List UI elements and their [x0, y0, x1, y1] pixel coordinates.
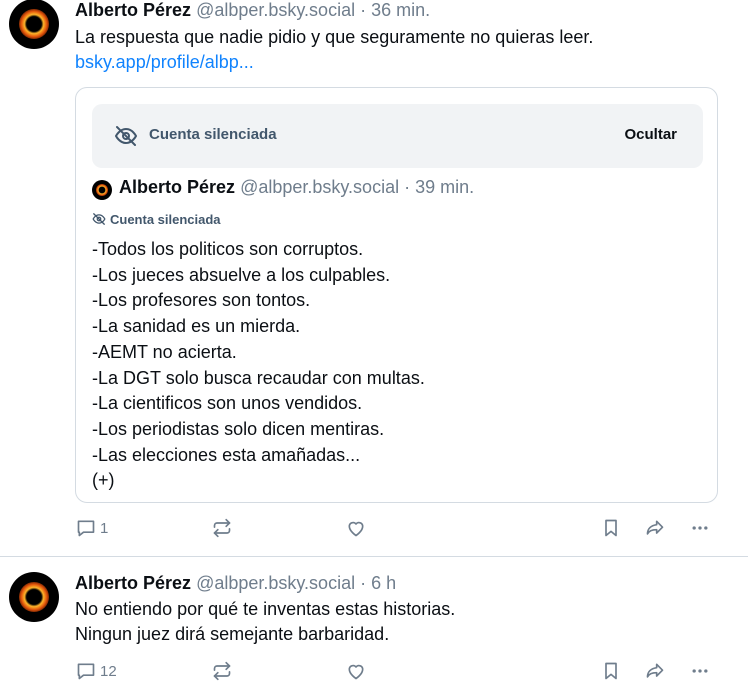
- share-button[interactable]: [644, 516, 666, 540]
- quote-author-name[interactable]: Alberto Pérez: [119, 177, 235, 197]
- quote-author-handle[interactable]: @albper.bsky.social: [240, 177, 399, 197]
- post-actions: 12: [0, 659, 748, 683]
- quote-line: -Los profesores son tontos.: [92, 290, 311, 311]
- avatar[interactable]: [9, 0, 59, 49]
- quote-header: Alberto Pérez @albper.bsky.social · 39 m…: [119, 177, 474, 198]
- bookmark-icon: [605, 662, 617, 680]
- post-text-line: Ningun juez dirá semejante barbaridad.: [75, 624, 390, 644]
- quote-line: -Los periodistas solo dicen mentiras.: [92, 418, 385, 439]
- author-handle[interactable]: @albper.bsky.social: [196, 0, 355, 20]
- post-text-line: La respuesta que nadie pidio y que segur…: [75, 27, 594, 47]
- quote-line: -La sanidad es un mierda.: [92, 316, 301, 337]
- profile-link[interactable]: bsky.app/profile/albp...: [75, 50, 593, 75]
- author-name[interactable]: Alberto Pérez: [75, 573, 191, 593]
- muted-badge-label: Cuenta silenciada: [110, 212, 221, 227]
- bookmark-button[interactable]: [601, 659, 621, 683]
- quote-line: -Las elecciones esta amañadas...: [92, 444, 361, 465]
- separator-dot: ·: [404, 177, 411, 197]
- quote-time[interactable]: 39 min.: [415, 177, 474, 197]
- reply-icon: [77, 520, 95, 537]
- quote-line: -La cientificos son unos vendidos.: [92, 393, 363, 414]
- quote-text: -Todos los politicos son corruptos. -Los…: [92, 237, 425, 494]
- reply-button[interactable]: 12: [76, 659, 117, 683]
- reply-count: 1: [100, 519, 109, 537]
- like-icon: [348, 664, 364, 680]
- more-icon: [692, 669, 708, 673]
- share-button[interactable]: [644, 659, 666, 683]
- like-icon: [348, 521, 364, 537]
- reply-icon: [77, 663, 95, 680]
- separator-dot: ·: [360, 573, 367, 593]
- post-2[interactable]: Alberto Pérez @albper.bsky.social · 6 h …: [0, 557, 748, 696]
- quote-line: (+): [92, 470, 115, 491]
- author-handle[interactable]: @albper.bsky.social: [196, 573, 355, 593]
- quote-line: -Los jueces absuelve a los culpables.: [92, 264, 391, 285]
- eye-slash-icon: [92, 213, 106, 225]
- avatar[interactable]: [9, 572, 59, 622]
- quoted-post[interactable]: Cuenta silenciada Ocultar Alberto Pérez …: [75, 87, 718, 503]
- bookmark-button[interactable]: [601, 516, 621, 540]
- post-time[interactable]: 36 min.: [371, 0, 430, 20]
- post-text-line: No entiendo por qué te inventas estas hi…: [75, 599, 456, 619]
- reply-count: 12: [100, 662, 117, 680]
- post-actions: 1: [0, 516, 748, 540]
- muted-account-notice: Cuenta silenciada Ocultar: [92, 104, 703, 168]
- quote-avatar[interactable]: [92, 180, 112, 200]
- repost-button[interactable]: [212, 659, 232, 683]
- repost-icon: [213, 661, 231, 681]
- more-button[interactable]: [690, 516, 710, 540]
- post-1[interactable]: Alberto Pérez @albper.bsky.social · 36 m…: [0, 0, 748, 556]
- muted-badge: Cuenta silenciada: [92, 212, 221, 227]
- eye-slash-icon: [114, 124, 138, 153]
- like-button[interactable]: [346, 516, 366, 540]
- post-time[interactable]: 6 h: [371, 573, 396, 593]
- post-text: No entiendo por qué te inventas estas hi…: [75, 597, 455, 647]
- muted-label: Cuenta silenciada: [149, 126, 277, 143]
- bookmark-icon: [605, 519, 617, 537]
- more-button[interactable]: [690, 659, 710, 683]
- repost-icon: [213, 518, 231, 538]
- separator-dot: ·: [360, 0, 367, 20]
- repost-button[interactable]: [212, 516, 232, 540]
- more-icon: [692, 526, 708, 530]
- author-name[interactable]: Alberto Pérez: [75, 0, 191, 20]
- share-icon: [646, 663, 664, 678]
- share-icon: [646, 520, 664, 535]
- post-header: Alberto Pérez @albper.bsky.social · 36 m…: [75, 0, 430, 21]
- quote-line: -AEMT no acierta.: [92, 341, 237, 362]
- post-text: La respuesta que nadie pidio y que segur…: [75, 25, 593, 75]
- quote-line: -La DGT solo busca recaudar con multas.: [92, 367, 425, 388]
- post-header: Alberto Pérez @albper.bsky.social · 6 h: [75, 572, 396, 594]
- like-button[interactable]: [346, 659, 366, 683]
- hide-button[interactable]: Ocultar: [624, 126, 677, 143]
- reply-button[interactable]: 1: [76, 516, 108, 540]
- quote-line: -Todos los politicos son corruptos.: [92, 239, 364, 259]
